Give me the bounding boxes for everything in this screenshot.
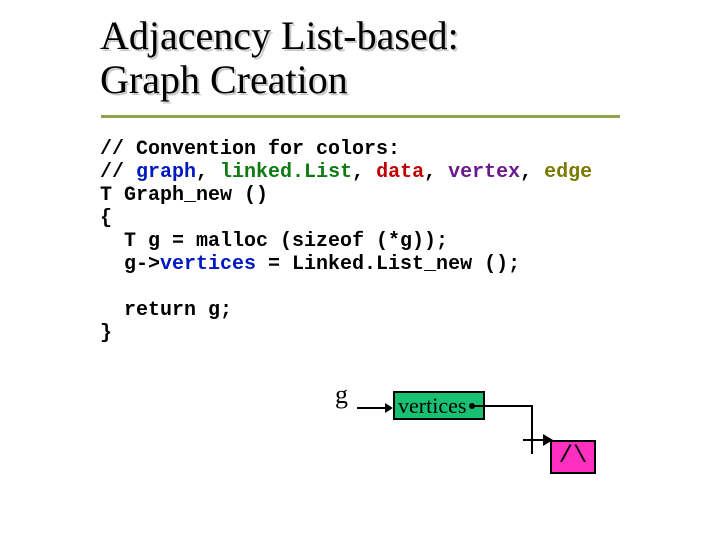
title-line1: Adjacency List-based: [100, 13, 459, 58]
arrow-head-into-null [523, 433, 553, 447]
title-line2: Graph Creation [100, 57, 348, 102]
null-symbol: /\ [559, 443, 588, 470]
title-underline [101, 115, 620, 118]
code-l6-vertices: vertices [160, 253, 256, 276]
label-g: g [335, 380, 348, 410]
code-l2-graph: graph [136, 161, 196, 184]
code-l9: } [100, 322, 112, 345]
code-l5: T g = malloc (sizeof (*g)); [100, 230, 448, 253]
code-l6-a: g-> [100, 253, 160, 276]
code-l2-edge: edge [544, 161, 592, 184]
diagram: g vertices /\ [335, 380, 635, 510]
code-l2-s2: , [352, 161, 376, 184]
code-l8: return g; [100, 299, 232, 322]
null-box: /\ [550, 440, 596, 474]
code-l2-prefix: // [100, 161, 136, 184]
code-l3: T Graph_new () [100, 184, 268, 207]
slide: Adjacency List-based: Graph Creation Adj… [0, 0, 720, 540]
code-l4: { [100, 207, 112, 230]
code-l2-s4: , [520, 161, 544, 184]
vertices-label: vertices [398, 393, 466, 418]
code-l2-linkedlist: linked.List [220, 161, 352, 184]
code-l2-data: data [376, 161, 424, 184]
code-l2-vertex: vertex [448, 161, 520, 184]
arrow-g-to-vertices [357, 402, 393, 414]
code-l2-s1: , [196, 161, 220, 184]
code-l6-c: = Linked.List_new (); [256, 253, 520, 276]
slide-title: Adjacency List-based: Graph Creation Adj… [100, 14, 459, 102]
code-l1: // Convention for colors: [100, 138, 400, 161]
code-block: // Convention for colors: // graph, link… [100, 138, 592, 345]
code-l2-s3: , [424, 161, 448, 184]
